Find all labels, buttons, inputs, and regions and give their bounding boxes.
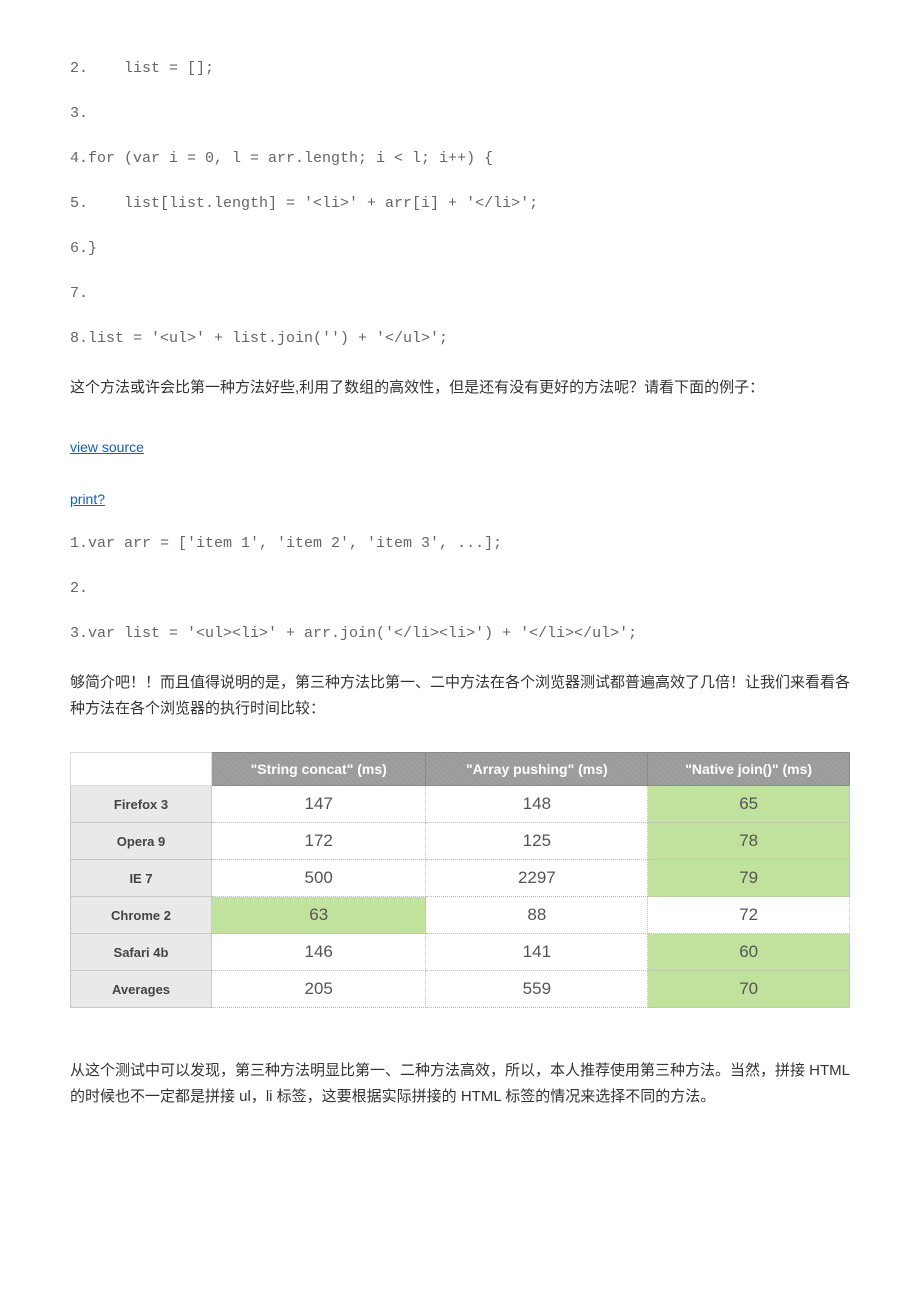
table-row: IE 7500229779	[71, 860, 850, 897]
code-line: 3.	[70, 105, 850, 122]
table-cell: 147	[212, 786, 426, 823]
row-label: IE 7	[71, 860, 212, 897]
table-cell: 2297	[426, 860, 648, 897]
table-row: Averages20555970	[71, 971, 850, 1008]
table-row: Opera 917212578	[71, 823, 850, 860]
code-line: 7.	[70, 285, 850, 302]
code-line: 6.}	[70, 240, 850, 257]
print-link[interactable]: print?	[70, 491, 105, 507]
table-cell: 88	[426, 897, 648, 934]
row-label: Chrome 2	[71, 897, 212, 934]
table-header-row: "String concat" (ms) "Array pushing" (ms…	[71, 753, 850, 786]
table-row: Chrome 2638872	[71, 897, 850, 934]
table-cell: 146	[212, 934, 426, 971]
code-block-2: 1.var arr = ['item 1', 'item 2', 'item 3…	[70, 535, 850, 642]
table-cell: 125	[426, 823, 648, 860]
document-page: 2. list = []; 3. 4.for (var i = 0, l = a…	[70, 0, 850, 1220]
paragraph-2: 够简介吧！！而且值得说明的是，第三种方法比第一、二中方法在各个浏览器测试都普遍高…	[70, 670, 850, 722]
benchmark-table: "String concat" (ms) "Array pushing" (ms…	[70, 752, 850, 1008]
table-cell: 63	[212, 897, 426, 934]
row-label: Firefox 3	[71, 786, 212, 823]
paragraph-3: 从这个测试中可以发现，第三种方法明显比第一、二种方法高效，所以，本人推荐使用第三…	[70, 1058, 850, 1110]
table-row: Firefox 314714865	[71, 786, 850, 823]
code-line: 3.var list = '<ul><li>' + arr.join('</li…	[70, 625, 850, 642]
table-cell: 72	[648, 897, 850, 934]
code-line: 2.	[70, 580, 850, 597]
code-line: 2. list = [];	[70, 60, 850, 77]
table-cell: 559	[426, 971, 648, 1008]
paragraph-1: 这个方法或许会比第一种方法好些,利用了数组的高效性，但是还有没有更好的方法呢？请…	[70, 375, 850, 401]
table-cell: 79	[648, 860, 850, 897]
view-source-link[interactable]: view source	[70, 439, 144, 455]
table-row: Safari 4b14614160	[71, 934, 850, 971]
table-cell: 148	[426, 786, 648, 823]
column-header: "Native join()" (ms)	[648, 753, 850, 786]
table-cell: 78	[648, 823, 850, 860]
table-cell: 205	[212, 971, 426, 1008]
column-header: "String concat" (ms)	[212, 753, 426, 786]
table-cell: 172	[212, 823, 426, 860]
row-label: Opera 9	[71, 823, 212, 860]
code-line: 8.list = '<ul>' + list.join('') + '</ul>…	[70, 330, 850, 347]
code-line: 4.for (var i = 0, l = arr.length; i < l;…	[70, 150, 850, 167]
table-cell: 141	[426, 934, 648, 971]
code-line: 1.var arr = ['item 1', 'item 2', 'item 3…	[70, 535, 850, 552]
code-line: 5. list[list.length] = '<li>' + arr[i] +…	[70, 195, 850, 212]
column-header: "Array pushing" (ms)	[426, 753, 648, 786]
benchmark-table-body: Firefox 314714865Opera 917212578IE 75002…	[71, 786, 850, 1008]
table-cell: 60	[648, 934, 850, 971]
row-label: Safari 4b	[71, 934, 212, 971]
table-cell: 500	[212, 860, 426, 897]
table-cell: 65	[648, 786, 850, 823]
table-cell: 70	[648, 971, 850, 1008]
row-label: Averages	[71, 971, 212, 1008]
table-corner-cell	[71, 753, 212, 786]
code-block-1: 2. list = []; 3. 4.for (var i = 0, l = a…	[70, 60, 850, 347]
